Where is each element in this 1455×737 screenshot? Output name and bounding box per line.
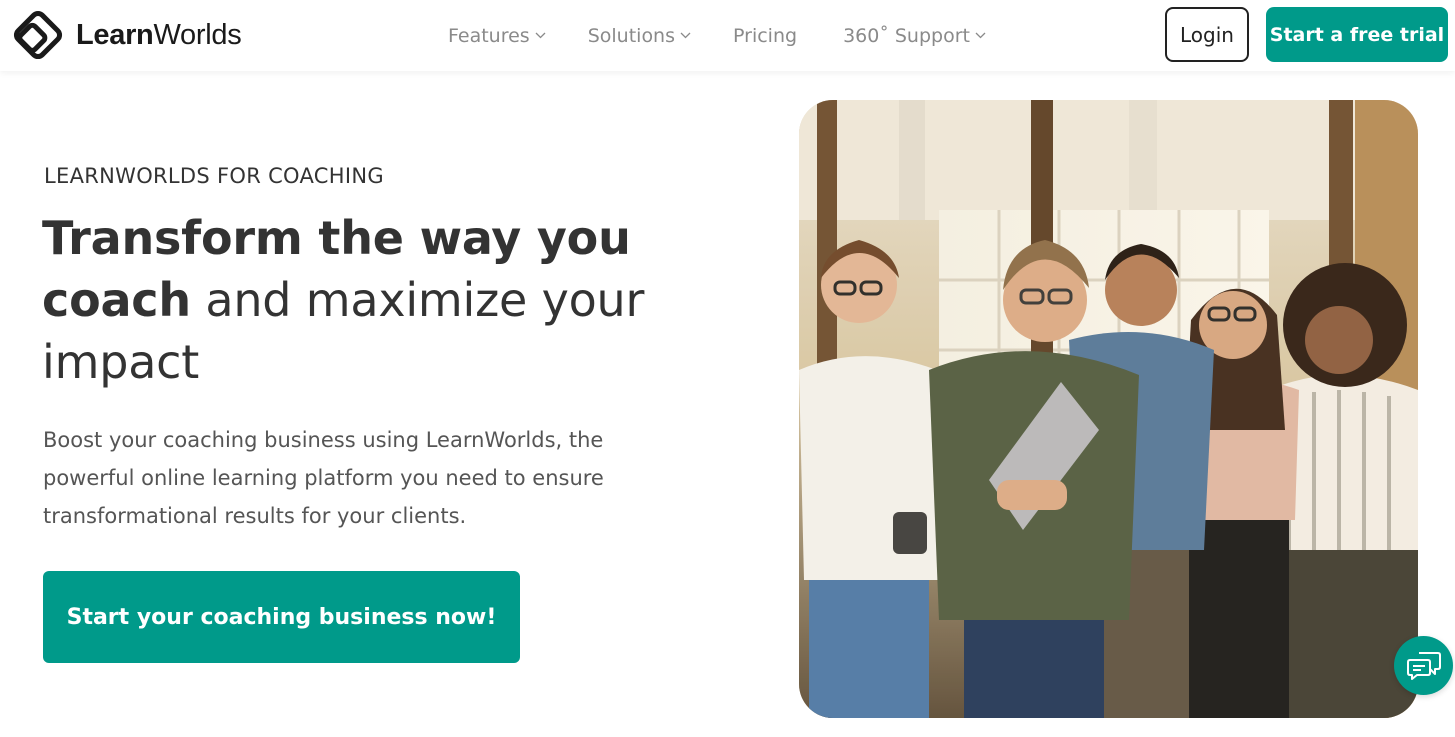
team-photo: [799, 100, 1418, 718]
nav-item-label: Pricing: [733, 24, 798, 47]
chat-launcher-button[interactable]: [1394, 636, 1453, 695]
chevron-down-icon: [975, 32, 986, 39]
chat-bubbles-icon: [1406, 651, 1441, 680]
brand-logo[interactable]: LearnWorlds: [12, 10, 242, 60]
login-button[interactable]: Login: [1165, 7, 1249, 62]
start-free-trial-button[interactable]: Start a free trial: [1266, 7, 1448, 62]
hero-subtext: Boost your coaching business using Learn…: [43, 428, 604, 528]
hero-headline: Transform the way you coach and maximize …: [42, 207, 682, 393]
nav-item-features[interactable]: Features: [448, 25, 546, 47]
start-coaching-business-button[interactable]: Start your coaching business now!: [43, 571, 520, 663]
learnworlds-logo-icon: [13, 10, 63, 60]
nav-item-label: Features: [448, 24, 530, 47]
chevron-down-icon: [535, 32, 546, 39]
hero-eyebrow: LEARNWORLDS FOR COACHING: [44, 164, 384, 188]
site-header: LearnWorlds Features Solutions Pricing 3…: [0, 0, 1455, 71]
nav-item-label: 360˚ Support: [843, 24, 970, 47]
nav-item-support[interactable]: 360˚ Support: [843, 25, 986, 47]
brand-wordmark: LearnWorlds: [76, 18, 242, 51]
nav-item-pricing[interactable]: Pricing: [733, 25, 797, 47]
chevron-down-icon: [680, 32, 691, 39]
headline-bold-part: coach: [42, 273, 191, 327]
headline-bold-part: Transform the way you: [42, 211, 631, 265]
nav-item-solutions[interactable]: Solutions: [588, 25, 691, 47]
team-photo-illustration: [799, 100, 1418, 718]
main-nav: Features Solutions Pricing 360˚ Support: [448, 0, 986, 71]
headline-regular-part: and maximize your: [190, 273, 645, 327]
nav-item-label: Solutions: [587, 24, 676, 47]
headline-regular-part: impact: [42, 335, 200, 389]
